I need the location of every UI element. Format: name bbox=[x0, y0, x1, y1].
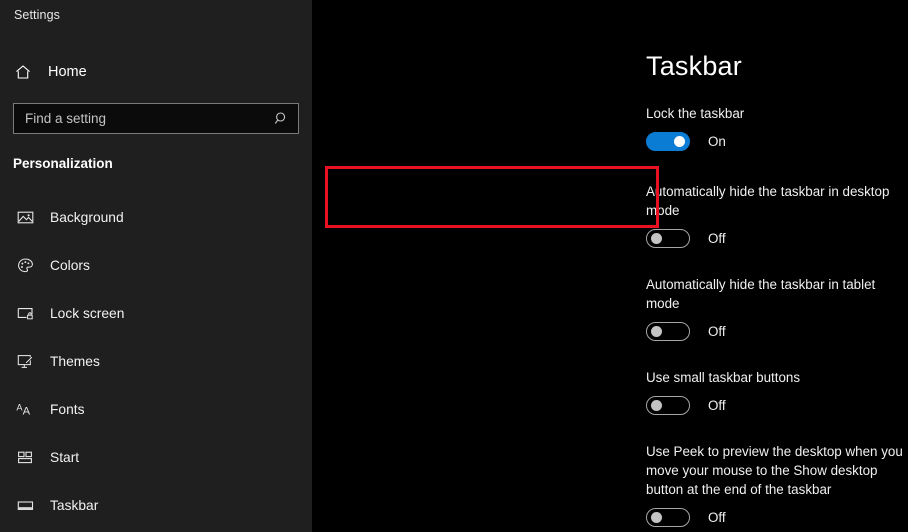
toggle-state-label: Off bbox=[708, 398, 726, 413]
home-icon bbox=[10, 63, 36, 81]
home-label: Home bbox=[48, 64, 87, 80]
sidebar-item-taskbar[interactable]: Taskbar bbox=[0, 481, 312, 529]
taskbar-icon bbox=[11, 497, 39, 514]
toggle-knob bbox=[651, 400, 662, 411]
palette-icon bbox=[11, 257, 39, 274]
title-bar: Settings bbox=[0, 0, 312, 30]
toggle-row: Off bbox=[646, 229, 908, 248]
toggle-auto-hide-tablet-mode[interactable] bbox=[646, 322, 690, 341]
settings-window: Settings Home Personalization Backgr bbox=[0, 0, 908, 532]
toggle-state-label: Off bbox=[708, 324, 726, 339]
sidebar-item-start[interactable]: Start bbox=[0, 433, 312, 481]
start-tiles-icon bbox=[11, 449, 39, 466]
toggle-row: Off bbox=[646, 508, 908, 527]
sidebar-nav: Background Colors Lock screen Themes A A… bbox=[0, 193, 312, 529]
sidebar-item-label: Start bbox=[50, 449, 80, 465]
setting-label: Use Peek to preview the desktop when you… bbox=[646, 444, 903, 497]
search-input[interactable] bbox=[25, 111, 272, 126]
themes-brush-icon bbox=[11, 353, 39, 370]
sidebar-item-lock-screen[interactable]: Lock screen bbox=[0, 289, 312, 337]
setting-label: Lock the taskbar bbox=[646, 106, 745, 121]
sidebar: Settings Home Personalization Backgr bbox=[0, 0, 312, 532]
taskbar-settings-list: Lock the taskbar On Automatically hide t… bbox=[646, 104, 908, 532]
setting-label: Automatically hide the taskbar in deskto… bbox=[646, 184, 890, 218]
sidebar-item-home[interactable]: Home bbox=[0, 55, 312, 89]
sidebar-item-label: Lock screen bbox=[50, 305, 125, 321]
toggle-row: Off bbox=[646, 322, 908, 341]
toggle-auto-hide-desktop-mode[interactable] bbox=[646, 229, 690, 248]
toggle-use-small-taskbar-buttons[interactable] bbox=[646, 396, 690, 415]
lock-screen-icon bbox=[11, 305, 39, 322]
setting-label: Use small taskbar buttons bbox=[646, 370, 801, 385]
window-title: Settings bbox=[14, 8, 60, 22]
toggle-lock-the-taskbar[interactable] bbox=[646, 132, 690, 151]
fonts-aa-icon: AA bbox=[11, 401, 39, 418]
search-container bbox=[0, 103, 312, 134]
toggle-use-peek[interactable] bbox=[646, 508, 690, 527]
setting-use-peek: Use Peek to preview the desktop when you… bbox=[646, 442, 908, 527]
sidebar-section-title: Personalization bbox=[13, 156, 113, 171]
setting-label: Automatically hide the taskbar in tablet… bbox=[646, 277, 876, 311]
sidebar-item-label: Fonts bbox=[50, 401, 85, 417]
setting-use-small-taskbar-buttons: Use small taskbar buttons Off bbox=[646, 368, 908, 415]
image-icon bbox=[11, 209, 39, 226]
toggle-state-label: On bbox=[708, 134, 726, 149]
sidebar-item-themes[interactable]: Themes bbox=[0, 337, 312, 385]
toggle-knob bbox=[674, 136, 685, 147]
sidebar-item-label: Themes bbox=[50, 353, 100, 369]
sidebar-item-label: Colors bbox=[50, 257, 90, 273]
toggle-knob bbox=[651, 512, 662, 523]
setting-lock-the-taskbar: Lock the taskbar On bbox=[646, 104, 908, 151]
setting-auto-hide-desktop-mode: Automatically hide the taskbar in deskto… bbox=[646, 182, 908, 248]
toggle-knob bbox=[651, 233, 662, 244]
toggle-state-label: Off bbox=[708, 510, 726, 525]
main-content: Taskbar Lock the taskbar On Automaticall… bbox=[312, 0, 908, 532]
svg-text:A: A bbox=[23, 405, 31, 417]
sidebar-item-fonts[interactable]: AA Fonts bbox=[0, 385, 312, 433]
sidebar-item-colors[interactable]: Colors bbox=[0, 241, 312, 289]
page-title: Taskbar bbox=[646, 51, 742, 81]
toggle-row: Off bbox=[646, 396, 908, 415]
sidebar-item-label: Taskbar bbox=[50, 497, 99, 513]
toggle-state-label: Off bbox=[708, 231, 726, 246]
sidebar-item-background[interactable]: Background bbox=[0, 193, 312, 241]
search-icon[interactable] bbox=[272, 111, 290, 126]
setting-auto-hide-tablet-mode: Automatically hide the taskbar in tablet… bbox=[646, 275, 908, 341]
search-box[interactable] bbox=[13, 103, 299, 134]
sidebar-item-label: Background bbox=[50, 209, 124, 225]
toggle-row: On bbox=[646, 132, 908, 151]
toggle-knob bbox=[651, 326, 662, 337]
